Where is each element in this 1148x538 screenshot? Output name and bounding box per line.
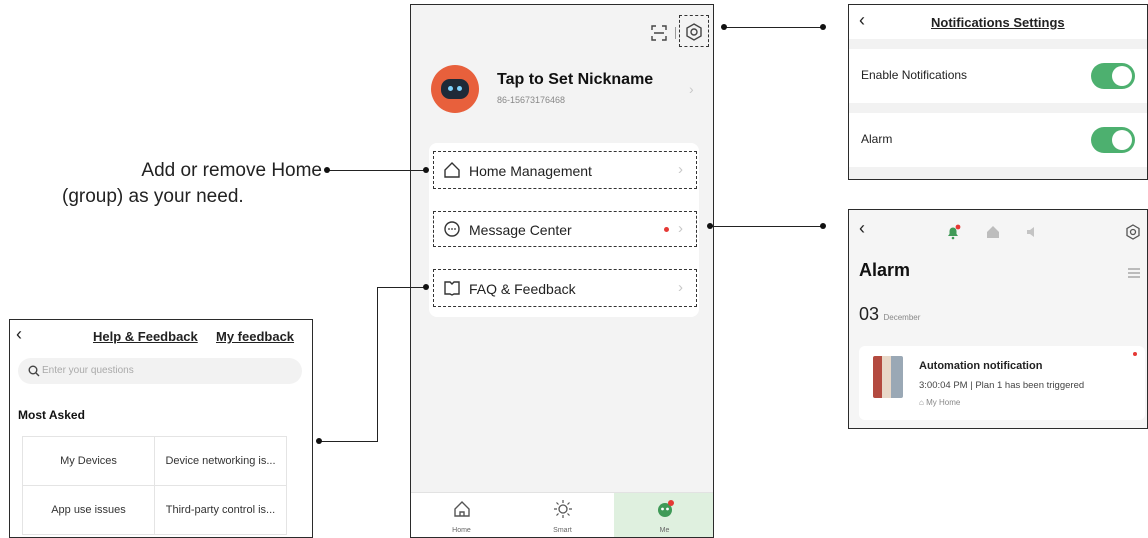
help-feedback-screen: ‹ Help & Feedback My feedback Enter your… xyxy=(9,319,313,538)
connector-dot xyxy=(721,24,727,30)
most-asked-heading: Most Asked xyxy=(18,408,85,422)
settings-gear-icon[interactable] xyxy=(1125,224,1141,240)
unread-dot xyxy=(1133,352,1137,356)
faq-device-networking[interactable]: Device networking is... xyxy=(154,436,287,486)
tab-bar: Home Smart Me xyxy=(411,492,713,537)
connector-line xyxy=(724,27,824,28)
bell-icon[interactable] xyxy=(945,224,961,240)
connector-dot xyxy=(820,223,826,229)
home-security-icon[interactable] xyxy=(985,224,1001,240)
alarm-card-home: ⌂ My Home xyxy=(919,398,960,407)
connector-dot xyxy=(423,167,429,173)
alarm-card-detail: 3:00:04 PM | Plan 1 has been triggered xyxy=(919,380,1085,391)
connector-dot xyxy=(316,438,322,444)
connector-line xyxy=(710,226,824,227)
enable-notifications-row: Enable Notifications xyxy=(849,49,1147,103)
alarm-header: ‹ xyxy=(849,210,1147,250)
connector-dot xyxy=(423,284,429,290)
search-icon xyxy=(28,365,40,377)
alarm-screen: ‹ Alarm 03 December Automation notificat… xyxy=(848,209,1148,429)
scan-icon[interactable] xyxy=(651,25,667,41)
connector-dot xyxy=(324,167,330,173)
connector-line xyxy=(319,441,378,442)
me-tab-icon xyxy=(657,500,674,517)
annotation-line-2: (group) as your need. xyxy=(62,186,244,207)
avatar[interactable] xyxy=(431,65,479,113)
alarm-month: December xyxy=(883,313,921,322)
profile-name[interactable]: Tap to Set Nickname xyxy=(497,71,653,89)
snapshot-thumbnail xyxy=(873,356,903,398)
enable-notifications-label: Enable Notifications xyxy=(861,68,968,82)
speaker-icon[interactable] xyxy=(1025,224,1041,240)
alarm-date: 03 December xyxy=(859,304,920,325)
tab-me-label: Me xyxy=(659,527,670,534)
annotation-line-1: Add or remove Home xyxy=(141,160,322,181)
home-small-icon: ⌂ xyxy=(919,398,924,407)
message-center-highlight-box xyxy=(433,211,697,247)
tab-home-label: Home xyxy=(452,527,471,534)
alarm-title: Alarm xyxy=(859,260,911,280)
notif-header: ‹ Notifications Settings xyxy=(849,5,1147,39)
alarm-row: Alarm xyxy=(849,113,1147,167)
tab-home[interactable]: Home xyxy=(411,493,512,537)
connector-line xyxy=(377,287,378,441)
alarm-card-home-label: My Home xyxy=(926,398,961,407)
my-feedback-link[interactable]: My feedback xyxy=(216,329,294,344)
faq-third-party-control[interactable]: Third-party control is... xyxy=(154,485,287,535)
smart-sun-icon xyxy=(553,500,572,518)
me-screen: Tap to Set Nickname 86-15673176468 › Hom… xyxy=(410,4,714,538)
connector-line xyxy=(327,170,427,171)
connector-line xyxy=(377,287,427,288)
search-placeholder: Enter your questions xyxy=(42,365,134,376)
annotation-text: Add or remove Home (group) as your need. xyxy=(52,158,322,210)
tab-me[interactable]: Me xyxy=(614,493,713,537)
profile-phone: 86-15673176468 xyxy=(497,95,566,105)
home-tab-icon xyxy=(453,501,470,517)
faq-app-use-issues[interactable]: App use issues xyxy=(22,485,155,535)
notifications-settings-screen: ‹ Notifications Settings Enable Notifica… xyxy=(848,4,1148,180)
back-arrow-icon[interactable]: ‹ xyxy=(16,324,22,345)
alarm-day: 03 xyxy=(859,304,880,324)
connector-dot xyxy=(707,223,713,229)
back-arrow-icon[interactable]: ‹ xyxy=(859,218,865,239)
help-title: Help & Feedback xyxy=(93,329,198,344)
home-management-highlight-box xyxy=(433,151,697,189)
filter-icon[interactable] xyxy=(1127,266,1141,280)
tab-smart[interactable]: Smart xyxy=(512,493,613,537)
search-input[interactable]: Enter your questions xyxy=(18,358,302,384)
divider xyxy=(675,27,676,39)
notif-title: Notifications Settings xyxy=(931,15,1065,30)
connector-dot xyxy=(820,24,826,30)
faq-feedback-highlight-box xyxy=(433,269,697,307)
faq-my-devices[interactable]: My Devices xyxy=(22,436,155,486)
enable-notifications-toggle[interactable] xyxy=(1091,63,1135,89)
profile-chevron-icon[interactable]: › xyxy=(689,81,694,97)
back-arrow-icon[interactable]: ‹ xyxy=(859,10,865,31)
tab-smart-label: Smart xyxy=(553,527,572,534)
settings-highlight-box xyxy=(679,15,709,47)
alarm-toggle[interactable] xyxy=(1091,127,1135,153)
alarm-label: Alarm xyxy=(861,132,893,146)
alarm-card-title: Automation notification xyxy=(919,360,1043,372)
alarm-notification-card[interactable]: Automation notification 3:00:04 PM | Pla… xyxy=(859,346,1145,420)
